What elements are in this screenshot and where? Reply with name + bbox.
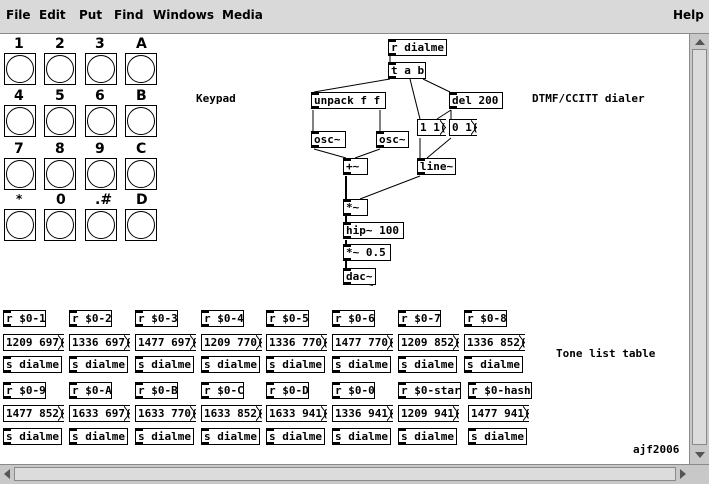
tone-receive[interactable]: r $0-star bbox=[398, 382, 461, 399]
horizontal-scrollbar[interactable] bbox=[0, 464, 709, 484]
tone-receive[interactable]: r $0-6 bbox=[332, 310, 375, 327]
tone-receive[interactable]: r $0-B bbox=[135, 382, 178, 399]
tone-receive[interactable]: r $0-D bbox=[266, 382, 309, 399]
menu-windows[interactable]: Windows bbox=[153, 8, 214, 22]
tone-message[interactable]: 1633 770( bbox=[135, 405, 196, 422]
tone-send[interactable]: s dialme bbox=[69, 356, 128, 373]
tone-send[interactable]: s dialme bbox=[398, 356, 457, 373]
scroll-right-arrow-icon[interactable] bbox=[680, 469, 686, 479]
tone-message[interactable]: 1633 852( bbox=[201, 405, 262, 422]
signal-multiply-object[interactable]: *~ bbox=[343, 199, 368, 216]
tone-receive[interactable]: r $0-3 bbox=[135, 310, 178, 327]
tone-receive[interactable]: r $0-9 bbox=[3, 382, 46, 399]
receive-dialme-object[interactable]: r dialme bbox=[388, 39, 447, 56]
tone-send[interactable]: s dialme bbox=[69, 428, 128, 445]
tone-message[interactable]: 1477 941( bbox=[468, 405, 529, 422]
tone-receive[interactable]: r $0-8 bbox=[464, 310, 507, 327]
tone-message[interactable]: 1209 697( bbox=[3, 334, 64, 351]
tone-send[interactable]: s dialme bbox=[135, 428, 194, 445]
menu-edit[interactable]: Edit bbox=[39, 8, 66, 22]
tone-send[interactable]: s dialme bbox=[266, 356, 325, 373]
menu-help[interactable]: Help bbox=[673, 8, 704, 22]
scroll-left-arrow-icon[interactable] bbox=[4, 469, 10, 479]
tone-message[interactable]: 1209 770( bbox=[201, 334, 262, 351]
menu-media[interactable]: Media bbox=[222, 8, 263, 22]
tone-receive[interactable]: r $0-0 bbox=[332, 382, 375, 399]
delay-object[interactable]: del 200 bbox=[449, 92, 503, 109]
dac-object[interactable]: dac~ bbox=[343, 268, 376, 285]
tone-send[interactable]: s dialme bbox=[3, 428, 62, 445]
tone-message[interactable]: 1336 852( bbox=[464, 334, 525, 351]
tone-message[interactable]: 1477 852( bbox=[3, 405, 64, 422]
gain-multiply-object[interactable]: *~ 0.5 bbox=[343, 244, 391, 261]
tone-receive[interactable]: r $0-1 bbox=[3, 310, 46, 327]
tone-send[interactable]: s dialme bbox=[135, 356, 194, 373]
scroll-up-arrow-icon[interactable] bbox=[695, 39, 705, 45]
credit-comment: ajf2006 bbox=[633, 443, 680, 456]
patch-canvas[interactable]: 1 2 3 A 4 5 6 B 7 8 9 C * 0 .# D Keypad … bbox=[0, 34, 689, 464]
unpack-object[interactable]: unpack f f bbox=[311, 92, 386, 109]
tone-receive[interactable]: r $0-7 bbox=[398, 310, 441, 327]
tone-send[interactable]: s dialme bbox=[201, 428, 260, 445]
tone-message[interactable]: 1209 852( bbox=[398, 334, 459, 351]
tone-message[interactable]: 1209 941( bbox=[398, 405, 459, 422]
tone-send[interactable]: s dialme bbox=[332, 356, 391, 373]
vertical-scrollbar[interactable] bbox=[689, 34, 709, 464]
menu-bar: File Edit Put Find Windows Media Help bbox=[0, 0, 709, 34]
menu-file[interactable]: File bbox=[6, 8, 31, 22]
message-0-1[interactable]: 0 1( bbox=[449, 119, 477, 136]
tone-send[interactable]: s dialme bbox=[464, 356, 523, 373]
scroll-down-arrow-icon[interactable] bbox=[695, 452, 705, 458]
tone-send[interactable]: s dialme bbox=[3, 356, 62, 373]
tone-message[interactable]: 1336 697( bbox=[69, 334, 130, 351]
message-1-1[interactable]: 1 1( bbox=[417, 119, 446, 136]
horizontal-scroll-thumb[interactable] bbox=[14, 467, 676, 481]
menu-put[interactable]: Put bbox=[79, 8, 102, 22]
tone-message[interactable]: 1477 697( bbox=[135, 334, 196, 351]
oscillator-2-object[interactable]: osc~ bbox=[376, 131, 409, 148]
tone-message[interactable]: 1477 770( bbox=[332, 334, 393, 351]
tone-send[interactable]: s dialme bbox=[332, 428, 391, 445]
tone-list-comment: Tone list table bbox=[556, 347, 656, 360]
menu-find[interactable]: Find bbox=[114, 8, 143, 22]
tone-receive[interactable]: r $0-hash bbox=[468, 382, 532, 399]
tone-send[interactable]: s dialme bbox=[201, 356, 260, 373]
trigger-object[interactable]: t a b bbox=[388, 62, 426, 79]
tone-message[interactable]: 1633 697( bbox=[69, 405, 130, 422]
tone-message[interactable]: 1336 941( bbox=[332, 405, 393, 422]
tone-receive[interactable]: r $0-A bbox=[69, 382, 112, 399]
tone-send[interactable]: s dialme bbox=[398, 428, 457, 445]
highpass-filter-object[interactable]: hip~ 100 bbox=[343, 222, 404, 239]
oscillator-1-object[interactable]: osc~ bbox=[311, 131, 346, 148]
vertical-scroll-thumb[interactable] bbox=[692, 49, 707, 445]
tone-receive[interactable]: r $0-2 bbox=[69, 310, 112, 327]
tone-receive[interactable]: r $0-C bbox=[201, 382, 244, 399]
signal-add-object[interactable]: +~ bbox=[343, 158, 368, 175]
tone-send[interactable]: s dialme bbox=[266, 428, 325, 445]
tone-message[interactable]: 1336 770( bbox=[266, 334, 327, 351]
line-ramp-object[interactable]: line~ bbox=[417, 158, 456, 175]
tone-send[interactable]: s dialme bbox=[468, 428, 527, 445]
tone-receive[interactable]: r $0-5 bbox=[266, 310, 309, 327]
tone-receive[interactable]: r $0-4 bbox=[201, 310, 244, 327]
tone-message[interactable]: 1633 941( bbox=[266, 405, 327, 422]
